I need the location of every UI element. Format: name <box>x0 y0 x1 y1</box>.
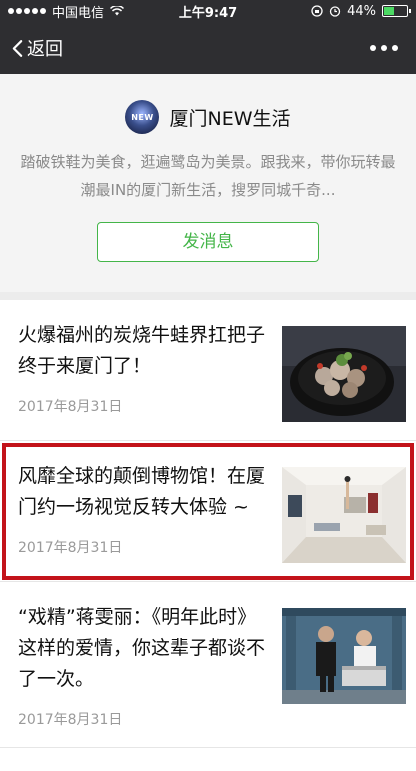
article-item[interactable]: 火爆福州的炭烧牛蛙界扛把子终于来厦门了！ 2017年8月31日 <box>0 300 416 441</box>
wifi-icon <box>110 6 125 16</box>
account-profile: NEW 厦门NEW生活 踏破铁鞋为美食，逛遍鹭岛为美景。跟我来，带你玩转最潮最I… <box>0 74 416 292</box>
section-divider <box>0 292 416 300</box>
article-thumbnail-food <box>282 326 406 422</box>
article-title: 风靡全球的颠倒博物馆！在厦门约一场视觉反转大体验 ~ <box>18 465 266 518</box>
send-message-button[interactable]: 发消息 <box>97 222 319 262</box>
article-thumbnail-room <box>282 467 406 563</box>
article-title: 火爆福州的炭烧牛蛙界扛把子终于来厦门了！ <box>18 324 266 377</box>
article-thumbnail-stage <box>282 608 406 704</box>
screen-lock-icon <box>311 5 323 17</box>
article-date: 2017年8月31日 <box>18 399 123 415</box>
status-bar: 中国电信 上午9:47 44% <box>0 0 416 22</box>
article-date: 2017年8月31日 <box>18 540 123 556</box>
back-button[interactable]: 返回 <box>12 35 63 61</box>
article-title: “戏精”蒋雯丽：《明年此时》这样的爱情，你这辈子都谈不了一次。 <box>18 606 266 690</box>
more-dots-icon <box>370 45 376 51</box>
carrier-label: 中国电信 <box>52 5 105 21</box>
nav-bar: 返回 <box>0 22 416 74</box>
battery-icon <box>382 5 411 17</box>
more-options-button[interactable] <box>364 39 404 57</box>
alarm-icon <box>329 6 341 17</box>
article-date: 2017年8月31日 <box>18 712 123 728</box>
account-description: 踏破铁鞋为美食，逛遍鹭岛为美景。跟我来，带你玩转最潮最IN的厦门新生活，搜罗同城… <box>20 153 396 199</box>
chevron-left-icon <box>12 39 23 57</box>
signal-strength-icon <box>8 8 46 14</box>
profile-header: NEW 厦门NEW生活 <box>20 100 396 134</box>
back-label: 返回 <box>27 39 63 60</box>
battery-fill <box>384 7 394 15</box>
battery-percent: 44% <box>347 3 376 19</box>
article-item-highlighted[interactable]: 风靡全球的颠倒博物馆！在厦门约一场视觉反转大体验 ~ 2017年8月31日 <box>0 441 416 582</box>
article-item[interactable]: “戏精”蒋雯丽：《明年此时》这样的爱情，你这辈子都谈不了一次。 2017年8月3… <box>0 582 416 748</box>
account-name: 厦门NEW生活 <box>169 107 291 130</box>
avatar[interactable]: NEW <box>125 100 160 134</box>
avatar-logo-text: NEW <box>131 112 154 122</box>
